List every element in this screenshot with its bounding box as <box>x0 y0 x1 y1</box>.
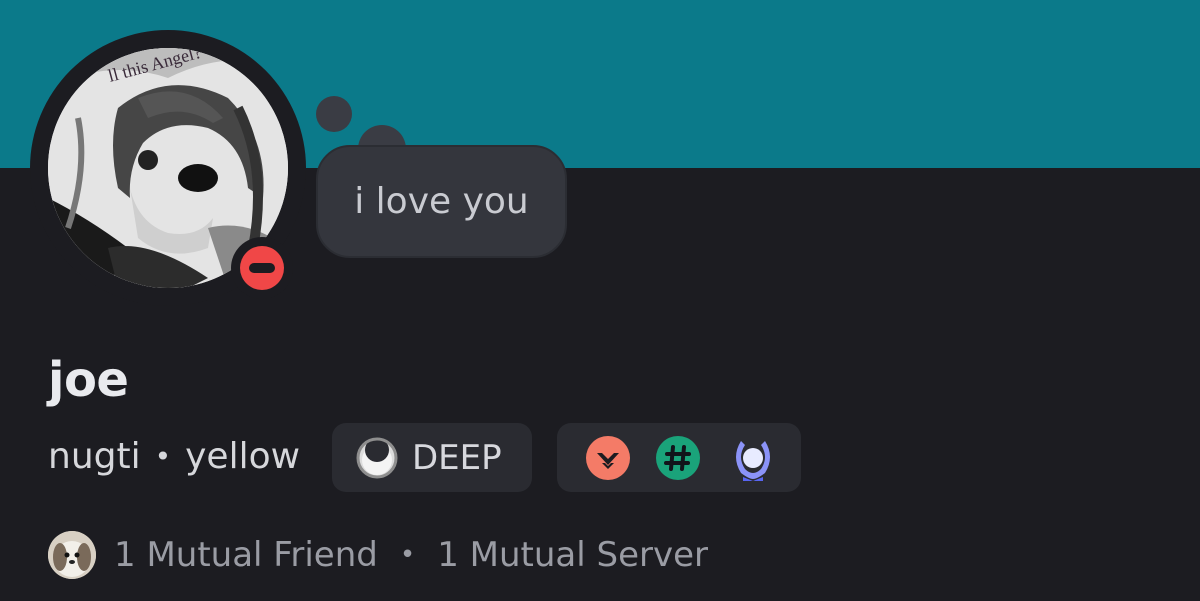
username[interactable]: nugti <box>48 436 141 477</box>
custom-status-bubble: i love you <box>316 145 567 258</box>
mutual-servers-link[interactable]: 1 Mutual Server <box>437 535 708 575</box>
badge-list <box>557 423 801 492</box>
status-dnd-icon <box>240 246 284 290</box>
hypesquad-bravery-icon[interactable] <box>585 435 631 481</box>
thought-dot-small <box>316 96 352 132</box>
separator: • <box>154 440 172 473</box>
mutuals-separator: • <box>399 540 416 570</box>
hashtag-icon[interactable] <box>655 435 701 481</box>
laurel-icon[interactable] <box>727 435 779 481</box>
clan-tag-icon <box>356 437 398 478</box>
pronouns: yellow <box>185 436 301 477</box>
username-line: nugti • yellow <box>48 436 300 477</box>
mutuals-row: 1 Mutual Friend • 1 Mutual Server <box>48 531 708 579</box>
mutual-friends-link[interactable]: 1 Mutual Friend <box>114 535 378 575</box>
clan-tag-label: DEEP <box>412 437 502 478</box>
dog-avatar-image <box>48 531 96 579</box>
clan-tag[interactable]: DEEP <box>332 423 532 492</box>
custom-status-text: i love you <box>354 181 529 222</box>
display-name: joe <box>48 352 129 408</box>
mutual-friend-avatar[interactable] <box>48 531 96 579</box>
